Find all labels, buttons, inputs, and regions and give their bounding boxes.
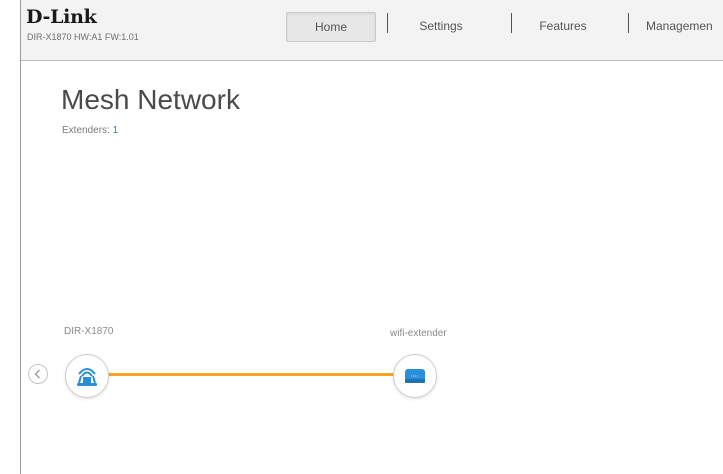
app-frame: D-Link DIR-X1870 HW:A1 FW:1.01 Home Sett… [20,0,723,474]
tab-settings[interactable]: Settings [410,12,472,40]
extender-label: wifi-extender [390,328,447,339]
extenders-summary: Extenders: 1 [62,125,118,136]
tab-home[interactable]: Home [286,12,376,42]
nav-separator [511,13,512,33]
router-node[interactable] [65,354,109,398]
top-header: D-Link DIR-X1870 HW:A1 FW:1.01 Home Sett… [21,0,723,61]
router-icon [77,368,97,386]
nav-separator [628,13,629,33]
scroll-left-button[interactable] [28,364,48,384]
router-label: DIR-X1870 [64,326,114,337]
mesh-link-line [105,373,395,376]
tab-management[interactable]: Managemen [646,12,723,40]
nav-separator [387,13,388,33]
model-info: DIR-X1870 HW:A1 FW:1.01 [27,32,139,42]
extender-icon [405,369,425,383]
tab-features[interactable]: Features [531,12,595,40]
chevron-left-icon [34,369,40,379]
dlink-logo[interactable]: D-Link [26,7,97,27]
page-title: Mesh Network [61,84,240,115]
extenders-label: Extenders: [62,125,110,136]
extender-node[interactable] [393,354,437,398]
extenders-count[interactable]: 1 [113,125,119,136]
